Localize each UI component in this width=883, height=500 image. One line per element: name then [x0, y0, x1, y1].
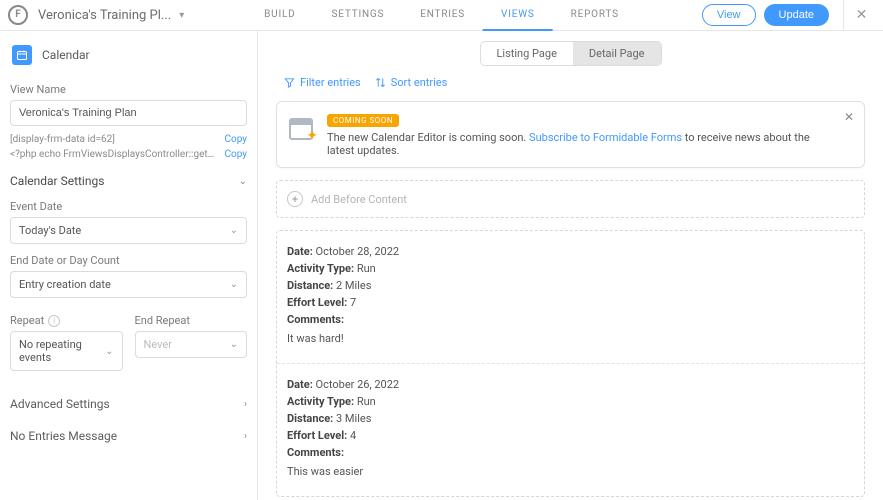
coming-soon-notice: ✦ COMING SOON The new Calendar Editor is…	[276, 101, 865, 168]
view-name-input[interactable]	[10, 100, 247, 126]
view-type-label: Calendar	[42, 48, 90, 62]
before-content-block: + Add Before Content	[276, 180, 865, 218]
view-name-label: View Name	[10, 83, 247, 96]
chevron-down-icon: ⌄	[230, 339, 238, 350]
tab-settings[interactable]: SETTINGS	[314, 0, 403, 31]
page-toggle: Listing Page Detail Page	[276, 41, 865, 66]
sort-entries-link[interactable]: Sort entries	[375, 76, 448, 89]
filter-entries-link[interactable]: Filter entries	[284, 76, 361, 89]
sidebar: Calendar View Name [display-frm-data id=…	[0, 31, 258, 500]
view-type-row: Calendar	[10, 41, 247, 77]
advanced-settings-header[interactable]: Advanced Settings ›	[10, 385, 247, 417]
top-bar: F Veronica's Training Pl... ▾ BUILD SETT…	[0, 0, 883, 31]
shortcode-row-1: [display-frm-data id=62] Copy	[10, 126, 247, 147]
view-button[interactable]: View	[702, 4, 756, 26]
chevron-down-icon: ⌄	[105, 346, 113, 357]
no-entries-label: No Entries Message	[10, 429, 117, 443]
shortcode-text-1: [display-frm-data id=62]	[10, 134, 218, 145]
chevron-down-icon: ⌄	[230, 279, 238, 290]
detail-page-tab[interactable]: Detail Page	[573, 42, 661, 65]
tab-views[interactable]: VIEWS	[483, 0, 553, 31]
repeat-value: No repeating events	[19, 338, 105, 364]
chevron-down-icon: ⌄	[230, 225, 238, 236]
chevron-right-icon: ›	[244, 431, 247, 442]
close-notice-icon[interactable]: ✕	[844, 110, 854, 124]
view-title-dropdown[interactable]: Veronica's Training Pl... ▾	[38, 8, 184, 23]
shortcode-text-2: <?php echo FrmViewsDisplaysController::g…	[10, 149, 218, 160]
tab-entries[interactable]: ENTRIES	[402, 0, 483, 31]
copy-link-1[interactable]: Copy	[224, 134, 247, 145]
end-date-label: End Date or Day Count	[10, 254, 247, 267]
end-repeat-label: End Repeat	[135, 314, 248, 327]
event-date-label: Event Date	[10, 200, 247, 213]
plus-icon: +	[287, 191, 303, 207]
close-icon[interactable]: ✕	[843, 0, 871, 31]
sort-entries-label: Sort entries	[391, 76, 448, 89]
add-before-content-button[interactable]: + Add Before Content	[277, 181, 864, 217]
subscribe-link[interactable]: Subscribe to Formidable Forms	[529, 131, 682, 144]
tab-build[interactable]: BUILD	[246, 0, 313, 31]
main-panel: Listing Page Detail Page Filter entries …	[258, 31, 883, 500]
no-entries-header[interactable]: No Entries Message ›	[10, 417, 247, 449]
calendar-settings-label: Calendar Settings	[10, 174, 104, 188]
end-repeat-select[interactable]: Never ⌄	[135, 331, 248, 358]
listing-page-tab[interactable]: Listing Page	[481, 42, 573, 65]
chevron-right-icon: ›	[244, 399, 247, 410]
filter-row: Filter entries Sort entries	[284, 76, 865, 89]
sort-icon	[375, 77, 386, 88]
brand-icon: F	[8, 5, 28, 25]
top-actions: View Update ✕	[702, 0, 871, 31]
repeat-label: Repeati	[10, 314, 123, 327]
entry-row: Date: October 28, 2022 Activity Type: Ru…	[277, 231, 864, 363]
end-date-value: Entry creation date	[19, 278, 111, 291]
add-before-label: Add Before Content	[311, 193, 407, 206]
repeat-select[interactable]: No repeating events ⌄	[10, 331, 123, 371]
view-title: Veronica's Training Pl...	[38, 8, 171, 23]
notice-text: The new Calendar Editor is coming soon. …	[327, 131, 830, 157]
copy-link-2[interactable]: Copy	[224, 149, 247, 160]
entries-block: Date: October 28, 2022 Activity Type: Ru…	[276, 230, 865, 497]
filter-icon	[284, 77, 295, 88]
calendar-settings-header[interactable]: Calendar Settings ⌄	[10, 162, 247, 194]
calendar-icon	[12, 45, 32, 65]
calendar-spark-icon: ✦	[289, 116, 315, 142]
top-nav-tabs: BUILD SETTINGS ENTRIES VIEWS REPORTS	[246, 0, 637, 31]
end-repeat-value: Never	[144, 338, 172, 351]
update-button[interactable]: Update	[764, 4, 829, 26]
entry-row: Date: October 26, 2022 Activity Type: Ru…	[277, 363, 864, 496]
end-date-select[interactable]: Entry creation date ⌄	[10, 271, 247, 298]
event-date-select[interactable]: Today's Date ⌄	[10, 217, 247, 244]
shortcode-row-2: <?php echo FrmViewsDisplaysController::g…	[10, 147, 247, 162]
filter-entries-label: Filter entries	[300, 76, 361, 89]
info-icon[interactable]: i	[48, 315, 60, 327]
advanced-settings-label: Advanced Settings	[10, 397, 110, 411]
chevron-down-icon: ⌄	[239, 176, 247, 187]
tab-reports[interactable]: REPORTS	[553, 0, 637, 31]
coming-soon-badge: COMING SOON	[327, 114, 399, 127]
chevron-down-icon: ▾	[179, 10, 184, 21]
event-date-value: Today's Date	[19, 224, 81, 237]
